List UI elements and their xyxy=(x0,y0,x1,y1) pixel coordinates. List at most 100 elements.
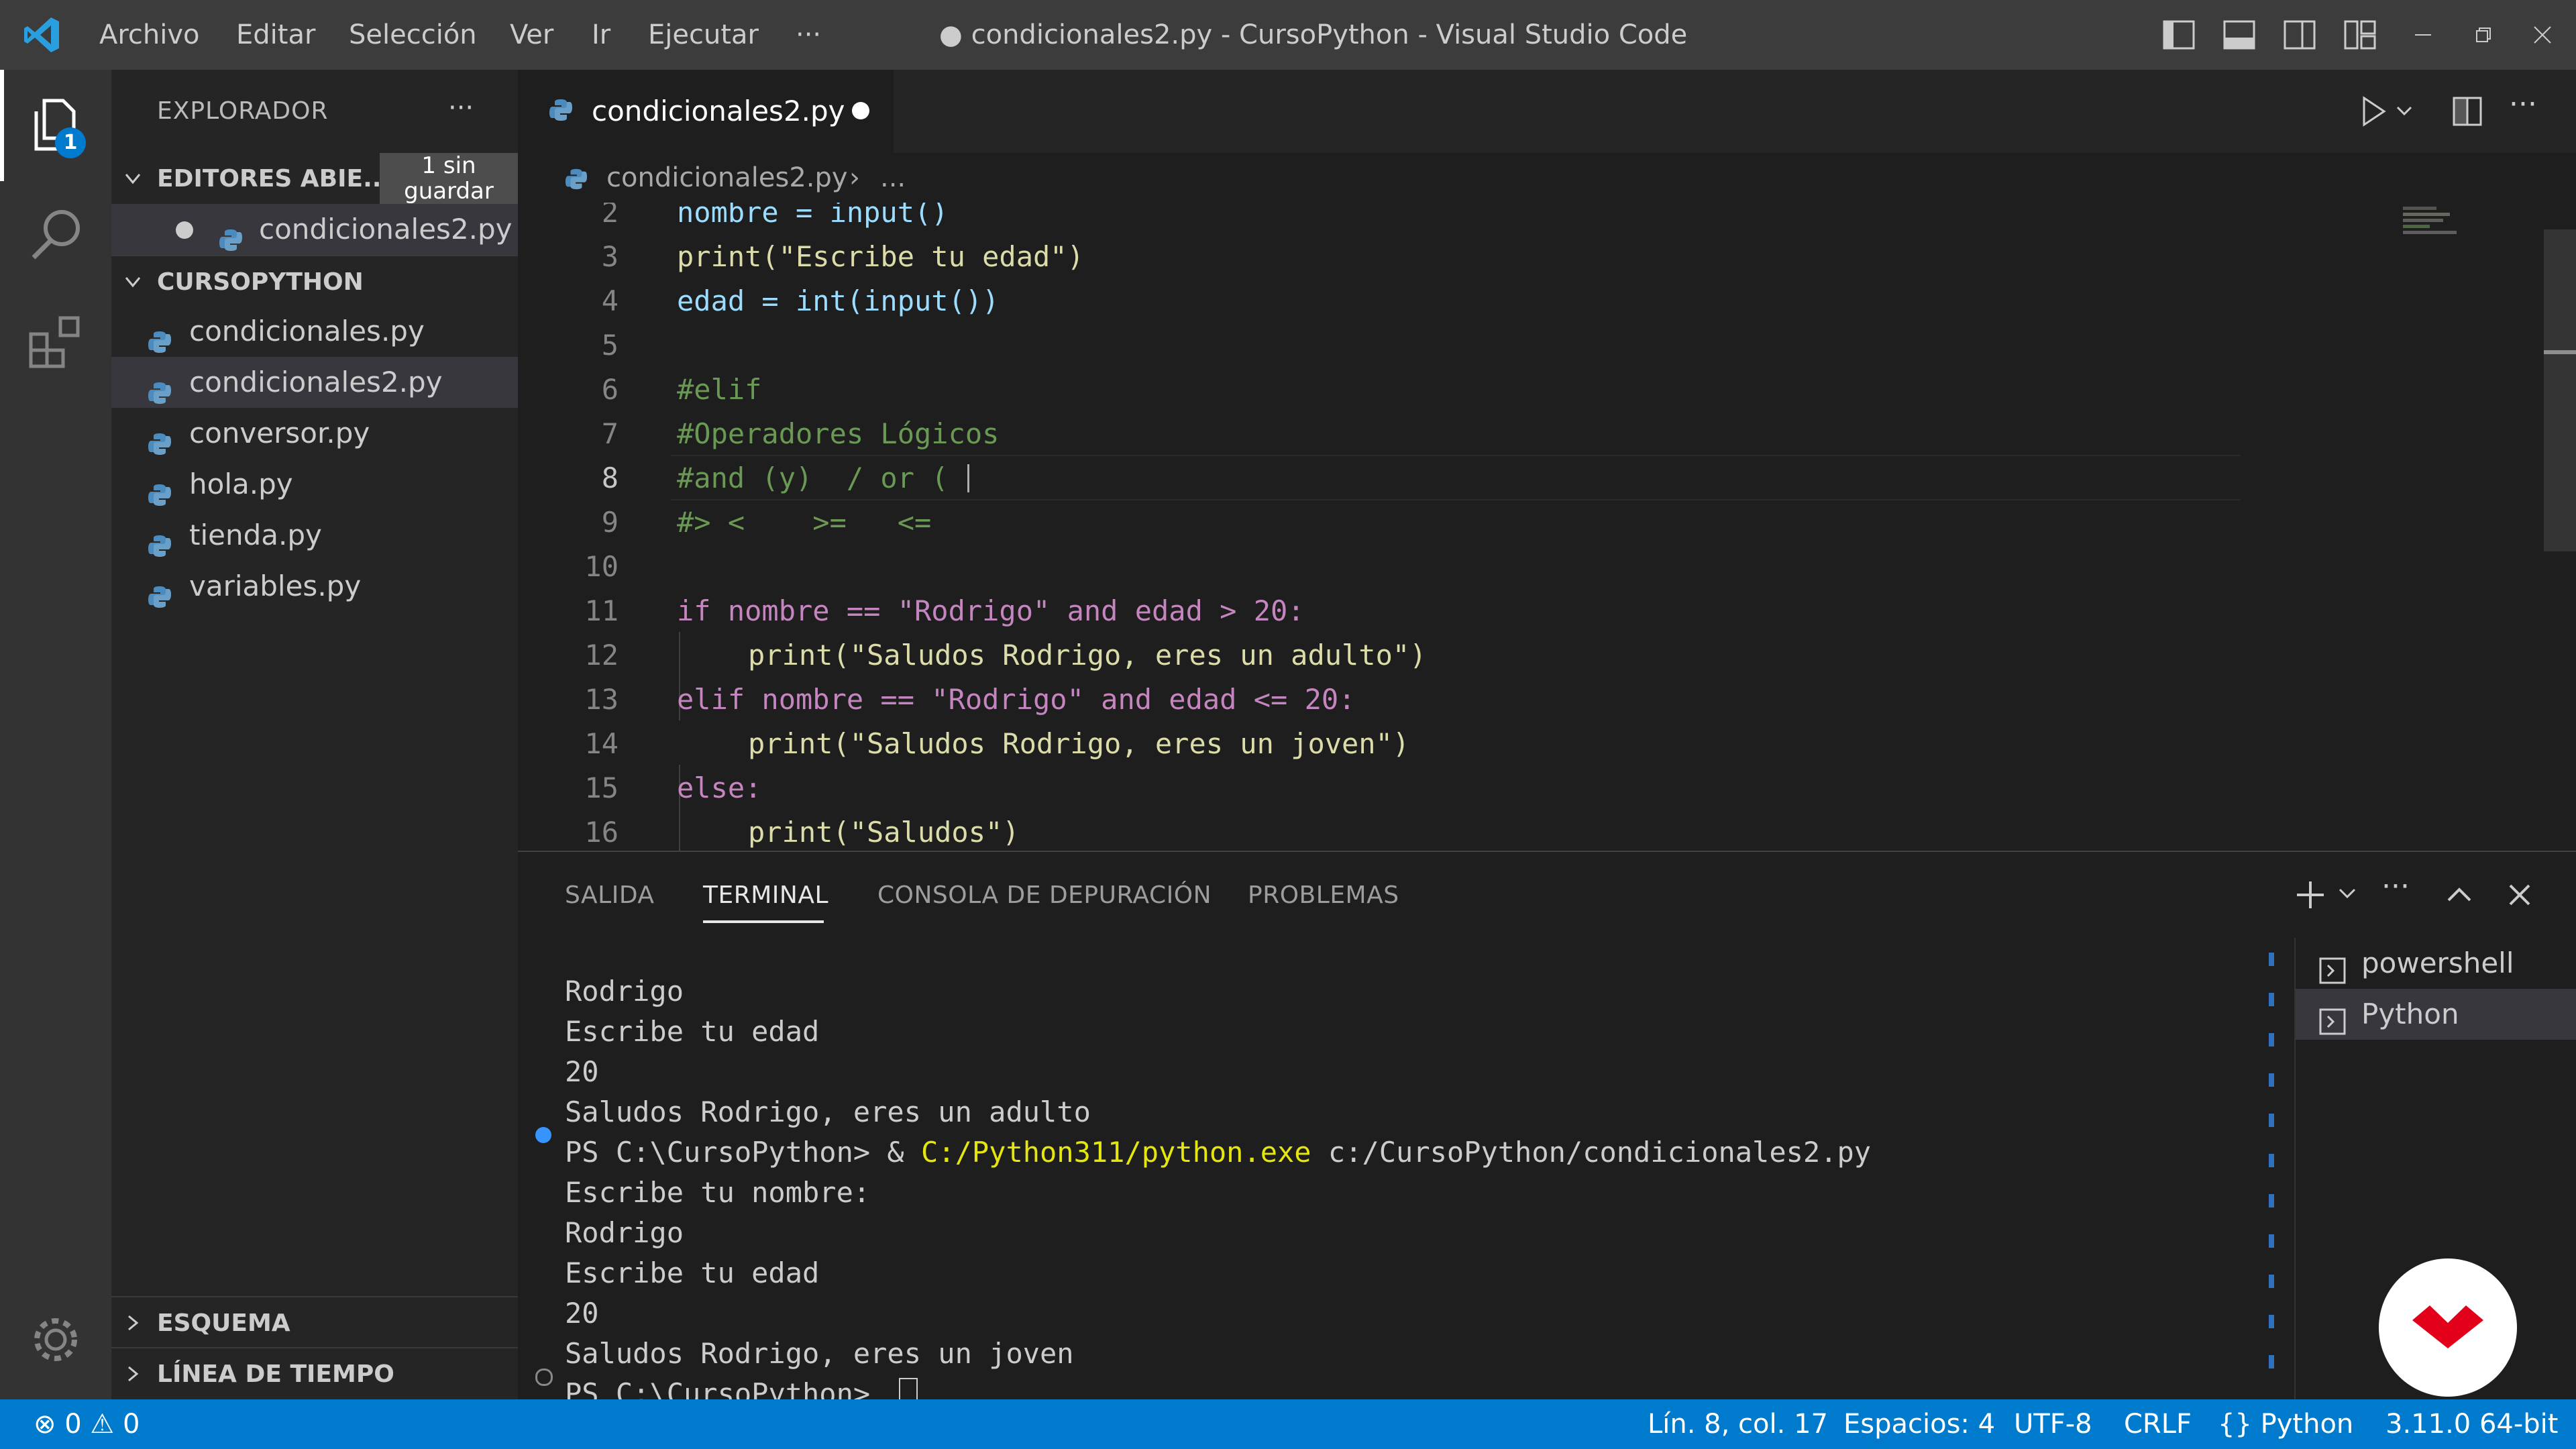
chevron-right-icon xyxy=(121,1362,145,1386)
maximize-panel-icon[interactable] xyxy=(2442,877,2477,912)
cursor-position[interactable]: Lín. 8, col. 17 xyxy=(1648,1399,1828,1449)
active-tab-underline xyxy=(703,920,824,923)
open-editor-filename: condicionales2.py xyxy=(259,213,513,246)
open-editor-item[interactable]: condicionales2.py xyxy=(111,204,518,255)
file-item[interactable]: variables.py xyxy=(111,561,518,612)
vscode-logo-icon xyxy=(21,15,62,55)
menu-seleccion[interactable]: Selección xyxy=(349,0,477,70)
line-number: 6 xyxy=(601,373,619,406)
settings-gear-icon[interactable] xyxy=(27,1311,85,1368)
customize-layout-icon[interactable] xyxy=(2343,17,2377,52)
indentation[interactable]: Espacios: 4 xyxy=(1843,1399,1995,1449)
active-indicator xyxy=(0,70,4,181)
terminal-icon xyxy=(2318,1001,2347,1035)
file-item[interactable]: hola.py xyxy=(111,459,518,510)
tab-salida[interactable]: SALIDA xyxy=(565,852,655,939)
python-file-icon xyxy=(565,166,588,190)
explorer-more-button[interactable]: ··· xyxy=(448,93,474,123)
menu-archivo[interactable]: Archivo xyxy=(99,0,200,70)
outline-section[interactable]: ESQUEMA xyxy=(111,1296,518,1348)
minimap[interactable] xyxy=(2403,203,2463,243)
toggle-secondary-sidebar-icon[interactable] xyxy=(2282,17,2317,52)
unsaved-dot-icon xyxy=(176,221,193,239)
language-mode[interactable]: {} Python xyxy=(2218,1399,2353,1449)
code-line-15: else: xyxy=(677,771,762,804)
menu-ir[interactable]: Ir xyxy=(592,0,610,70)
file-name: variables.py xyxy=(189,570,362,602)
command-pending-dot-icon xyxy=(535,1368,553,1386)
problems-indicator[interactable]: ⊗ 0 ⚠ 0 xyxy=(34,1399,140,1449)
file-item[interactable]: tienda.py xyxy=(111,510,518,561)
command-success-dot-icon[interactable] xyxy=(535,1127,551,1143)
minimize-icon[interactable] xyxy=(2406,17,2440,52)
terminal-line: Escribe tu edad xyxy=(565,1256,820,1289)
terminal-command-line: PS C:\CursoPython> & C:/Python311/python… xyxy=(565,1132,1871,1173)
bottom-panel: SALIDA TERMINAL CONSOLA DE DEPURACIÓN PR… xyxy=(518,851,2576,1414)
line-endings[interactable]: CRLF xyxy=(2124,1399,2192,1449)
code-line-3: print("Escribe tu edad") xyxy=(677,240,1084,273)
code-editor[interactable]: 2 3 4 5 6 7 8 9 10 11 12 13 14 15 16 nom… xyxy=(518,203,2576,851)
python-file-icon xyxy=(148,472,172,506)
terminal-name: Python xyxy=(2361,998,2459,1030)
panel-more-icon[interactable]: ··· xyxy=(2381,869,2410,904)
tab-consola-depuracion[interactable]: CONSOLA DE DEPURACIÓN xyxy=(877,852,1212,939)
extensions-icon[interactable] xyxy=(25,311,86,372)
python-file-icon xyxy=(549,98,573,122)
timeline-title: LÍNEA DE TIEMPO xyxy=(157,1360,394,1388)
outline-title: ESQUEMA xyxy=(157,1309,290,1337)
toggle-panel-icon[interactable] xyxy=(2222,17,2257,52)
close-panel-icon[interactable] xyxy=(2502,877,2537,912)
file-item[interactable]: conversor.py xyxy=(111,408,518,459)
line-number: 9 xyxy=(601,506,619,539)
unsaved-dot-icon[interactable] xyxy=(852,102,869,119)
editor-more-icon[interactable]: ··· xyxy=(2509,87,2537,121)
menu-editar[interactable]: Editar xyxy=(236,0,315,70)
toggle-sidebar-icon[interactable] xyxy=(2161,17,2196,52)
project-section[interactable]: CURSOPYTHON xyxy=(111,255,518,307)
warning-icon: ⚠ xyxy=(90,1409,123,1440)
chevron-down-icon[interactable] xyxy=(2336,883,2359,906)
file-item[interactable]: condicionales.py xyxy=(111,306,518,357)
code-line-8: #and (y) / or ( xyxy=(677,462,949,494)
editor-scrollbar[interactable] xyxy=(2544,229,2576,551)
tab-problemas[interactable]: PROBLEMAS xyxy=(1248,852,1399,939)
open-editors-section[interactable]: EDITORES ABIE... 1 sin guardar xyxy=(111,153,518,204)
run-dropdown-icon[interactable] xyxy=(2394,101,2415,122)
file-name: condicionales.py xyxy=(189,315,425,347)
code-line-2: nombre = input() xyxy=(677,203,949,229)
terminal-line: Rodrigo xyxy=(565,975,684,1008)
file-item-selected[interactable]: condicionales2.py xyxy=(111,357,518,408)
braces-icon: {} xyxy=(2218,1409,2261,1440)
close-window-icon[interactable] xyxy=(2525,17,2560,52)
file-name: condicionales2.py xyxy=(189,366,443,398)
python-interpreter[interactable]: 3.11.0 64-bit xyxy=(2385,1399,2558,1449)
tab-condicionales2[interactable]: condicionales2.py xyxy=(518,70,894,153)
new-terminal-icon[interactable] xyxy=(2292,876,2329,914)
terminal-item-powershell[interactable]: powershell xyxy=(2296,938,2576,989)
encoding[interactable]: UTF-8 xyxy=(2014,1399,2092,1449)
restore-icon[interactable] xyxy=(2466,17,2501,52)
terminal-item-python[interactable]: Python xyxy=(2296,989,2576,1040)
search-icon[interactable] xyxy=(27,204,87,264)
timeline-section[interactable]: LÍNEA DE TIEMPO xyxy=(111,1347,518,1399)
explorer-sidebar: EXPLORADOR ··· EDITORES ABIE... 1 sin gu… xyxy=(111,70,518,1399)
run-icon[interactable] xyxy=(2356,94,2391,129)
line-number: 2 xyxy=(601,203,619,229)
menu-ejecutar[interactable]: Ejecutar xyxy=(648,0,759,70)
window-title: ● condicionales2.py - CursoPython - Visu… xyxy=(939,19,1688,50)
split-editor-icon[interactable] xyxy=(2450,94,2485,129)
breadcrumb-rest[interactable]: ... xyxy=(880,153,906,203)
menu-ver[interactable]: Ver xyxy=(510,0,553,70)
python-file-icon xyxy=(148,574,172,608)
warning-count: 0 xyxy=(122,1409,140,1440)
menu-more[interactable]: ··· xyxy=(796,0,821,70)
python-file-icon xyxy=(148,370,172,404)
file-name: hola.py xyxy=(189,468,293,500)
breadcrumb: condicionales2.py › ... xyxy=(518,153,2576,203)
brand-heart-icon xyxy=(2412,1305,2483,1348)
chevron-down-icon xyxy=(121,166,145,191)
code-line-11: if nombre == "Rodrigo" and edad > 20: xyxy=(677,594,1305,627)
code-line-12: print("Saludos Rodrigo, eres un adulto") xyxy=(748,639,1427,672)
breadcrumb-file[interactable]: condicionales2.py xyxy=(606,153,848,203)
tab-terminal[interactable]: TERMINAL xyxy=(703,852,828,939)
